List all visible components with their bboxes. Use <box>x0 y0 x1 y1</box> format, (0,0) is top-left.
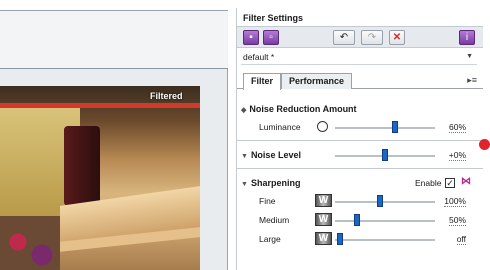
enable-label: Enable <box>415 178 442 188</box>
info-icon[interactable]: i <box>459 30 475 45</box>
fine-value[interactable]: 100% <box>444 196 466 207</box>
tab-bar: Filter Performance ▸≡ <box>237 71 483 90</box>
medium-slider-thumb[interactable] <box>354 214 360 226</box>
tab-filter[interactable]: Filter <box>243 73 282 90</box>
luminance-slider[interactable] <box>335 127 435 129</box>
collapse-icon: ▼ <box>241 181 248 188</box>
large-label: Large <box>259 234 281 244</box>
panel-title: Filter Settings <box>243 13 304 23</box>
fine-preview-icon[interactable]: W <box>315 194 332 207</box>
noise-level-slider-thumb[interactable] <box>382 149 388 161</box>
medium-value[interactable]: 50% <box>448 215 466 226</box>
collapse-icon: ▼ <box>241 153 248 160</box>
enable-checkbox[interactable]: ✓ <box>445 178 455 188</box>
chevron-down-icon: ▼ <box>466 53 473 60</box>
image-flowers <box>0 216 60 270</box>
reset-icon[interactable]: ✕ <box>389 30 405 45</box>
fine-slider[interactable] <box>335 201 435 203</box>
medium-label: Medium <box>259 215 290 225</box>
open-icon[interactable]: ▪ <box>243 30 259 45</box>
medium-slider[interactable] <box>335 220 435 222</box>
preview-toolbar <box>0 11 228 69</box>
medium-preview-icon[interactable]: W <box>315 213 332 226</box>
preview-window: Filtered <box>0 10 228 270</box>
save-icon[interactable]: ▫ <box>263 30 279 45</box>
undo-icon[interactable]: ↶ <box>333 30 355 45</box>
noise-reduction-header[interactable]: ◆ Noise Reduction Amount <box>241 104 357 114</box>
preset-dropdown[interactable]: default * ▼ <box>241 50 477 65</box>
section-divider <box>237 140 483 141</box>
red-marker <box>479 139 490 150</box>
preset-value: default * <box>243 52 275 62</box>
preview-image[interactable] <box>0 86 200 270</box>
large-slider[interactable] <box>335 239 435 241</box>
luminance-slider-thumb[interactable] <box>392 121 398 133</box>
image-vase <box>64 126 100 206</box>
sharpening-header[interactable]: ▼ Sharpening <box>241 178 300 188</box>
section-divider <box>237 168 483 169</box>
redo-icon[interactable]: ↷ <box>361 30 383 45</box>
tab-performance[interactable]: Performance <box>281 73 353 89</box>
filtered-overlay-label: Filtered <box>150 91 183 101</box>
fine-slider-thumb[interactable] <box>377 195 383 207</box>
large-preview-icon[interactable]: W <box>315 232 332 245</box>
large-value[interactable]: off <box>456 234 466 245</box>
compare-icon[interactable]: ⋈ <box>461 176 471 187</box>
expand-icon: ◆ <box>241 107 247 114</box>
filter-settings-panel: Filter Settings ▪ ▫ ↶ ↷ ✕ i default * ▼ … <box>236 8 483 270</box>
luminance-reset-icon[interactable] <box>317 121 328 132</box>
fine-label: Fine <box>259 196 276 206</box>
panel-toolbar: ▪ ▫ ↶ ↷ ✕ i <box>237 26 483 48</box>
panel-menu-icon[interactable]: ▸≡ <box>467 75 477 86</box>
luminance-value[interactable]: 60% <box>448 122 466 133</box>
noise-level-value[interactable]: +0% <box>448 150 466 161</box>
large-slider-thumb[interactable] <box>337 233 343 245</box>
noise-level-header[interactable]: ▼ Noise Level <box>241 150 301 160</box>
luminance-label: Luminance <box>259 122 301 132</box>
